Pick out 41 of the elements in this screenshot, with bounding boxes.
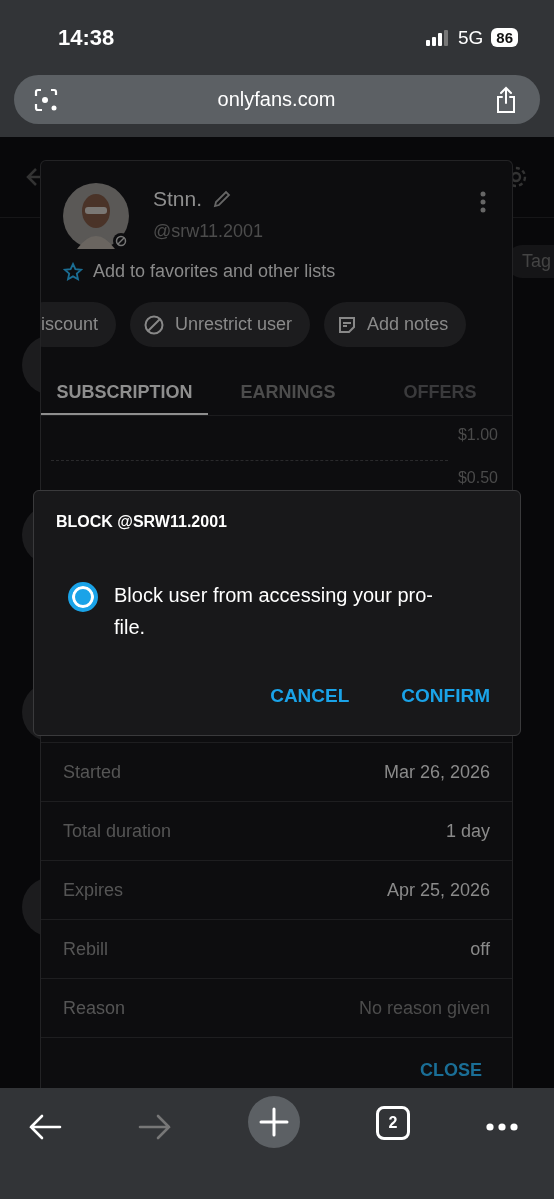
option-label: Block user from accessing your pro-file. <box>114 583 434 640</box>
battery-level: 86 <box>491 28 518 47</box>
detail-label: Expires <box>63 879 124 901</box>
action-chip[interactable]: Unrestrict user <box>130 302 311 347</box>
close-button[interactable]: CLOSE <box>420 1058 482 1083</box>
detail-label: Total duration <box>63 820 172 842</box>
tab-count-button[interactable]: 2 <box>376 1106 410 1140</box>
user-handle: @srw11.2001 <box>153 221 264 242</box>
network-label: 5G <box>457 26 484 49</box>
action-chip[interactable]: iscount <box>41 302 117 347</box>
axis-label: $1.00 <box>457 426 498 444</box>
detail-label: Reason <box>63 997 126 1019</box>
back-icon[interactable] <box>28 1113 62 1141</box>
detail-value: Mar 26, 2026 <box>383 761 490 783</box>
camera-search-icon[interactable] <box>33 86 59 113</box>
status-time: 14:38 <box>58 24 115 51</box>
detail-value: 1 day <box>445 820 490 842</box>
detail-value: off <box>470 938 490 960</box>
block-icon <box>143 313 166 336</box>
note-icon <box>337 314 358 335</box>
dialog-button[interactable]: CONFIRM <box>401 683 490 709</box>
star-icon <box>63 261 83 282</box>
signal-icon <box>425 29 450 46</box>
favorites-link[interactable]: Add to favorites and other lists <box>63 261 336 282</box>
radio-button[interactable] <box>68 582 98 612</box>
new-tab-icon[interactable] <box>248 1096 300 1148</box>
action-chip[interactable]: Add notes <box>324 302 467 347</box>
dialog-button[interactable]: CANCEL <box>270 683 350 709</box>
share-icon[interactable] <box>494 85 518 114</box>
dialog-title: BLOCK @SRW11.2001 <box>56 513 227 531</box>
axis-label: $0.50 <box>457 469 498 487</box>
detail-label: Started <box>63 761 122 783</box>
detail-value: No reason given <box>358 997 490 1019</box>
detail-label: Rebill <box>63 938 109 960</box>
detail-value: Apr 25, 2026 <box>386 879 490 901</box>
more-icon[interactable] <box>486 1123 518 1131</box>
address-bar[interactable]: onlyfans.com <box>14 75 540 124</box>
edit-icon[interactable] <box>212 189 233 209</box>
url-text: onlyfans.com <box>217 88 336 111</box>
tab[interactable]: SUBSCRIPTION <box>41 371 208 415</box>
user-name: Stnn. <box>153 187 203 211</box>
